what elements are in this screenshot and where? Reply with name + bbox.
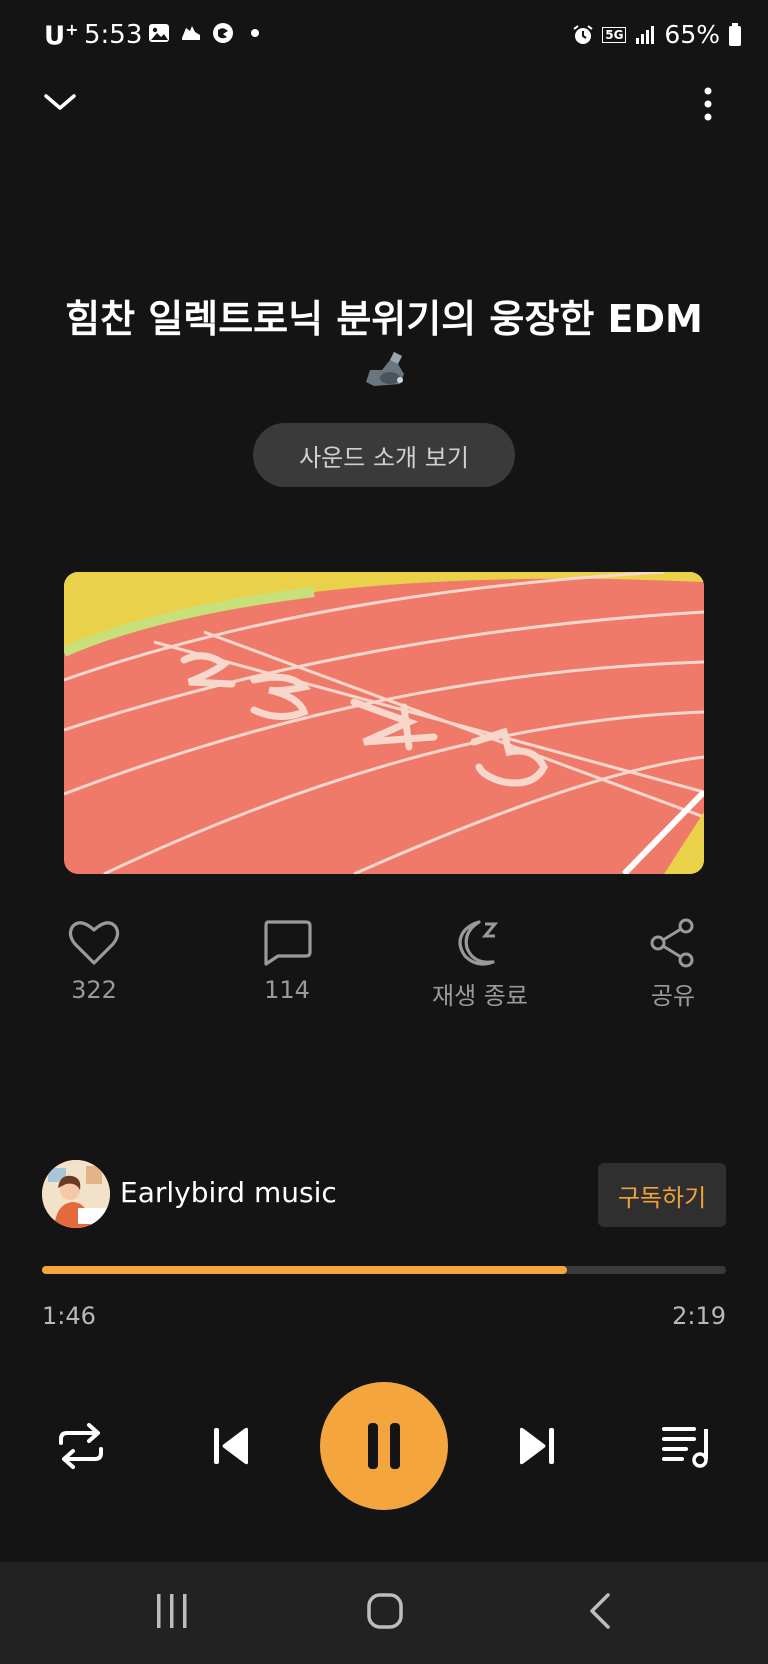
like-action[interactable]: 322 [19, 918, 169, 1004]
pause-button[interactable] [320, 1382, 448, 1510]
progress-bar[interactable] [42, 1266, 726, 1274]
moon-sleep-icon [458, 920, 499, 966]
subscribe-button[interactable]: 구독하기 [598, 1163, 726, 1227]
like-count: 322 [71, 976, 117, 1004]
share-icon [650, 918, 694, 968]
track-artwork [64, 572, 704, 874]
repeat-icon [59, 1423, 103, 1469]
alarm-icon [573, 24, 593, 44]
repeat-button[interactable] [50, 1416, 112, 1476]
battery-percent: 65% [664, 20, 720, 49]
back-icon[interactable] [586, 1592, 616, 1630]
gallery-icon [149, 24, 169, 42]
heart-icon [68, 921, 120, 965]
app-icon [213, 23, 233, 43]
sleep-timer-label: 재생 종료 [432, 982, 528, 1010]
elapsed-time: 1:46 [42, 1302, 96, 1330]
sound-intro-button[interactable]: 사운드 소개 보기 [253, 423, 515, 487]
flexed-bicep-icon [366, 352, 404, 386]
system-icons: 5G 65% [572, 20, 742, 49]
comment-count: 114 [264, 976, 310, 1004]
sneaker-icon [182, 26, 200, 40]
comment-action[interactable]: 114 [212, 918, 362, 1004]
playlist-button[interactable] [654, 1416, 718, 1476]
dot-icon [251, 29, 259, 37]
home-icon[interactable] [366, 1592, 404, 1630]
total-duration: 2:19 [672, 1302, 726, 1330]
carrier-label: U+ [44, 20, 79, 52]
share-label: 공유 [650, 982, 696, 1010]
next-button[interactable] [508, 1416, 568, 1476]
more-options-icon[interactable] [692, 84, 724, 124]
clock: 5:53 [84, 20, 143, 50]
comment-icon [264, 920, 312, 966]
running-track-image [64, 572, 704, 874]
skip-previous-icon [214, 1427, 248, 1465]
recent-apps-icon[interactable] [154, 1592, 190, 1630]
share-action[interactable]: 공유 [598, 918, 748, 1011]
avatar-illustration [42, 1160, 110, 1228]
channel-name[interactable]: Earlybird music [120, 1176, 337, 1209]
notification-icons [148, 22, 266, 44]
pause-icon [368, 1423, 400, 1469]
track-title: 힘찬 일렉트로닉 분위기의 웅장한 EDM [60, 294, 708, 394]
skip-next-icon [520, 1427, 554, 1465]
progress-fill [42, 1266, 568, 1274]
system-navigation-bar [0, 1562, 768, 1664]
signal-icon [636, 25, 655, 44]
network-type: 5G [602, 26, 627, 43]
battery-icon [729, 22, 741, 46]
sleep-timer-action[interactable]: 재생 종료 [405, 918, 555, 1011]
status-bar: U+ 5:53 5G 65% [0, 0, 768, 72]
previous-button[interactable] [200, 1416, 260, 1476]
channel-avatar[interactable] [42, 1160, 110, 1228]
collapse-chevron-down-icon[interactable] [40, 82, 80, 122]
playlist-icon [662, 1427, 708, 1468]
